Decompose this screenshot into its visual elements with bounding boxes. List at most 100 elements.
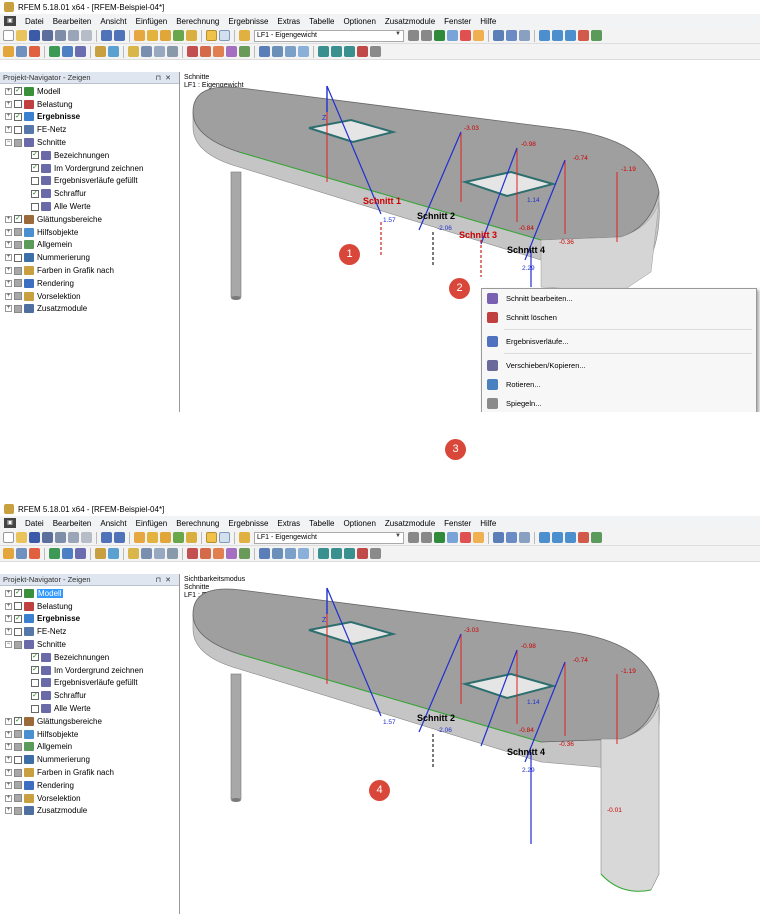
zoom-icon[interactable] [147,30,158,41]
settings-icon[interactable] [370,548,381,559]
select-icon[interactable] [3,548,14,559]
checkbox[interactable] [14,240,22,249]
menu-optionen[interactable]: Optionen [343,17,375,26]
print-icon[interactable] [55,30,66,41]
comment-icon[interactable] [285,548,296,559]
expand-icon[interactable]: + [5,615,12,623]
iso-view-icon[interactable] [578,30,589,41]
guide-icon[interactable] [298,548,309,559]
menu-bearbeiten[interactable]: Bearbeiten [53,519,92,528]
iso-view-icon[interactable] [578,532,589,543]
checkbox[interactable] [14,730,22,739]
load-line-icon[interactable] [200,548,211,559]
checkbox[interactable] [14,781,22,790]
expand-icon[interactable]: − [5,139,12,147]
y-axis-icon[interactable] [331,548,342,559]
menu-ansicht[interactable]: Ansicht [100,17,126,26]
menu-extras[interactable]: Extras [277,17,300,26]
scale-icon[interactable] [473,532,484,543]
document-menu-icon[interactable]: ▣ [4,16,16,26]
tree-item-im-vordergrund-zeichnen[interactable]: ✓ Im Vordergrund zeichnen [0,664,179,677]
checkbox[interactable] [14,602,22,611]
support-icon[interactable] [128,46,139,57]
expand-icon[interactable]: + [5,628,12,636]
tree-item-alle-werte[interactable]: Alle Werte [0,200,179,213]
load-gen-icon[interactable] [226,548,237,559]
expand-icon[interactable]: + [5,781,12,789]
context-menu-item[interactable]: Verschieben/Kopieren... [482,356,756,375]
checkbox[interactable] [14,100,22,109]
context-menu-item[interactable]: Rotieren... [482,375,756,394]
next-icon[interactable] [421,30,432,41]
redo-icon[interactable] [114,532,125,543]
z-axis-icon[interactable] [344,46,355,57]
checkbox[interactable] [14,768,22,777]
tree-item-schnitte[interactable]: − Schnitte [0,638,179,651]
menu-einfuegen[interactable]: Einfügen [136,519,168,528]
tree-item-hilfsobjekte[interactable]: + Hilfsobjekte [0,226,179,239]
settings-icon[interactable] [370,46,381,57]
checkbox[interactable] [31,202,39,211]
cut-icon[interactable] [134,30,145,41]
print-icon[interactable] [55,532,66,543]
menu-ansicht[interactable]: Ansicht [100,519,126,528]
checkbox[interactable]: ✓ [31,653,39,662]
tree-item-fe-netz[interactable]: + FE-Netz [0,625,179,638]
tree-item-vorselektion[interactable]: + Vorselektion [0,792,179,805]
guide-icon[interactable] [298,46,309,57]
next-icon[interactable] [421,532,432,543]
expand-icon[interactable]: + [5,756,12,764]
checkbox[interactable]: ✓ [14,589,22,598]
diagram-icon[interactable] [506,532,517,543]
checkbox[interactable] [31,678,39,687]
tree-item-farben-in-grafik-nach[interactable]: + Farben in Grafik nach [0,766,179,779]
save-all-icon[interactable] [42,532,53,543]
expand-icon[interactable]: + [5,292,12,300]
x-axis-icon[interactable] [318,548,329,559]
checkbox[interactable] [14,292,22,301]
grid-icon[interactable] [519,30,530,41]
tree-item-gl-ttungsbereiche[interactable]: + ✓ Glättungsbereiche [0,213,179,226]
load-gen-icon[interactable] [226,46,237,57]
tree-item-ergebnisverl-ufe-gef-llt[interactable]: Ergebnisverläufe gefüllt [0,677,179,690]
tree-item-im-vordergrund-zeichnen[interactable]: ✓ Im Vordergrund zeichnen [0,162,179,175]
calc-icon[interactable] [173,30,184,41]
checkbox[interactable] [14,228,22,237]
solid-icon[interactable] [108,46,119,57]
menu-hilfe[interactable]: Hilfe [480,17,496,26]
expand-icon[interactable]: + [5,241,12,249]
surface-icon[interactable] [95,46,106,57]
z-axis-icon[interactable] [344,548,355,559]
expand-icon[interactable]: + [5,254,12,262]
print-graphic-icon[interactable] [68,30,79,41]
tree-item-modell[interactable]: + ✓ Modell [0,587,179,600]
check-icon[interactable] [239,548,250,559]
select-window-icon[interactable] [16,46,27,57]
menu-datei[interactable]: Datei [25,519,44,528]
select-icon[interactable] [3,46,14,57]
values-icon[interactable] [447,30,458,41]
tree-item-alle-werte[interactable]: Alle Werte [0,702,179,715]
tree-item-zusatzmodule[interactable]: + Zusatzmodule [0,805,179,818]
check-icon[interactable] [239,46,250,57]
checkbox[interactable] [31,704,39,713]
visibility-icon[interactable] [357,548,368,559]
menu-einfuegen[interactable]: Einfügen [136,17,168,26]
menu-berechnung[interactable]: Berechnung [176,519,219,528]
checkbox[interactable]: ✓ [14,112,22,121]
menu-tabelle[interactable]: Tabelle [309,519,334,528]
save-all-icon[interactable] [42,30,53,41]
pin-close-icons[interactable]: ⊓✕ [156,576,175,584]
measure-icon[interactable] [259,46,270,57]
prev-icon[interactable] [408,532,419,543]
checkbox[interactable]: ✓ [14,717,22,726]
view-z-icon[interactable] [565,532,576,543]
solid-icon[interactable] [108,548,119,559]
tree-item-ergebnisverl-ufe-gef-llt[interactable]: Ergebnisverläufe gefüllt [0,175,179,188]
frame-icon[interactable] [186,30,197,41]
render-icon[interactable] [591,30,602,41]
tree-item-vorselektion[interactable]: + Vorselektion [0,290,179,303]
checkbox[interactable]: ✓ [31,151,39,160]
load-icon[interactable] [187,548,198,559]
context-menu-item[interactable]: Ergebnisverläufe... [482,332,756,351]
